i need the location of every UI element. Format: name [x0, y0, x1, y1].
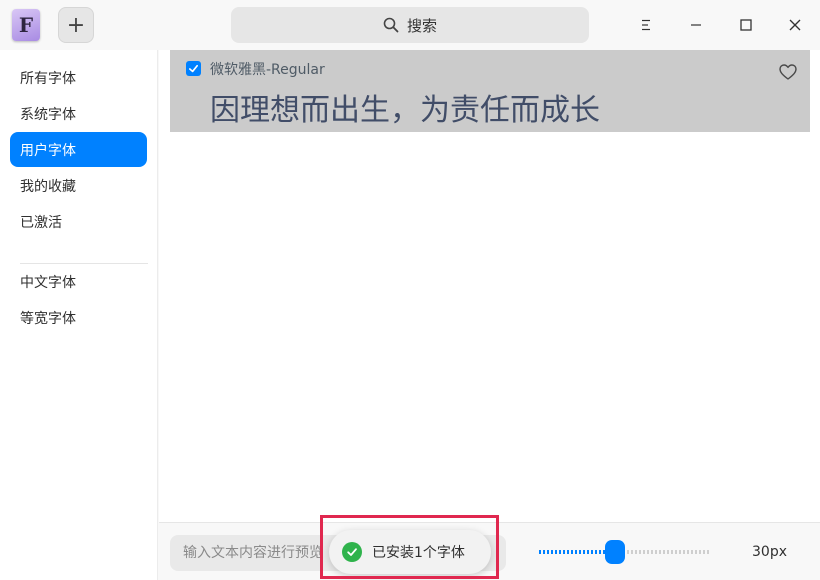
- sidebar-item-label: 所有字体: [20, 70, 76, 87]
- sidebar-item-system-fonts[interactable]: 系统字体: [10, 96, 147, 131]
- maximize-icon: [740, 19, 752, 31]
- font-name: 微软雅黑-Regular: [210, 62, 325, 78]
- sidebar-item-chinese-fonts[interactable]: 中文字体: [10, 264, 147, 299]
- font-list-item[interactable]: 微软雅黑-Regular 因理想而出生，为责任而成长: [170, 50, 810, 132]
- sidebar-item-label: 已激活: [20, 214, 62, 231]
- font-list: 微软雅黑-Regular 因理想而出生，为责任而成长: [159, 50, 820, 522]
- maximize-button[interactable]: [731, 10, 761, 40]
- minimize-button[interactable]: [681, 10, 711, 40]
- sidebar: 所有字体 系统字体 用户字体 我的收藏 已激活 中文字体 等宽字体: [0, 50, 158, 580]
- sidebar-item-label: 系统字体: [20, 106, 76, 123]
- heart-icon[interactable]: [778, 62, 798, 82]
- add-font-button[interactable]: +: [58, 7, 94, 43]
- menu-button[interactable]: [631, 10, 661, 40]
- sidebar-item-favorites[interactable]: 我的收藏: [10, 168, 147, 203]
- sidebar-item-label: 我的收藏: [20, 178, 76, 195]
- checkmark-icon: [189, 64, 198, 73]
- bottom-bar: 已安装1个字体 30px: [159, 515, 820, 580]
- sidebar-item-label: 中文字体: [20, 274, 76, 291]
- sidebar-item-all-fonts[interactable]: 所有字体: [10, 60, 147, 95]
- font-size-value: 30px: [752, 544, 787, 560]
- sidebar-item-label: 用户字体: [20, 142, 76, 159]
- font-enabled-checkbox[interactable]: [186, 61, 201, 76]
- font-preview-text: 因理想而出生，为责任而成长: [210, 93, 600, 128]
- close-icon: [789, 19, 801, 31]
- sidebar-item-activated[interactable]: 已激活: [10, 204, 147, 239]
- sidebar-item-user-fonts[interactable]: 用户字体: [10, 132, 147, 167]
- slider-handle[interactable]: [605, 540, 625, 564]
- search-box[interactable]: 搜索: [231, 7, 589, 43]
- search-icon: [383, 17, 399, 33]
- app-icon-letter: F: [18, 13, 34, 37]
- search-label: 搜索: [406, 16, 437, 35]
- slider-fill: [539, 550, 615, 554]
- close-button[interactable]: [780, 10, 810, 40]
- menu-icon: [642, 19, 650, 31]
- highlight-box: [320, 515, 499, 579]
- minimize-icon: [691, 24, 701, 26]
- font-manager-app-icon: F: [12, 9, 40, 41]
- title-bar: F + 搜索: [0, 0, 820, 50]
- sidebar-item-label: 等宽字体: [20, 310, 76, 327]
- plus-icon: +: [66, 12, 86, 38]
- font-size-slider[interactable]: [539, 540, 711, 564]
- sidebar-item-monospace-fonts[interactable]: 等宽字体: [10, 300, 147, 335]
